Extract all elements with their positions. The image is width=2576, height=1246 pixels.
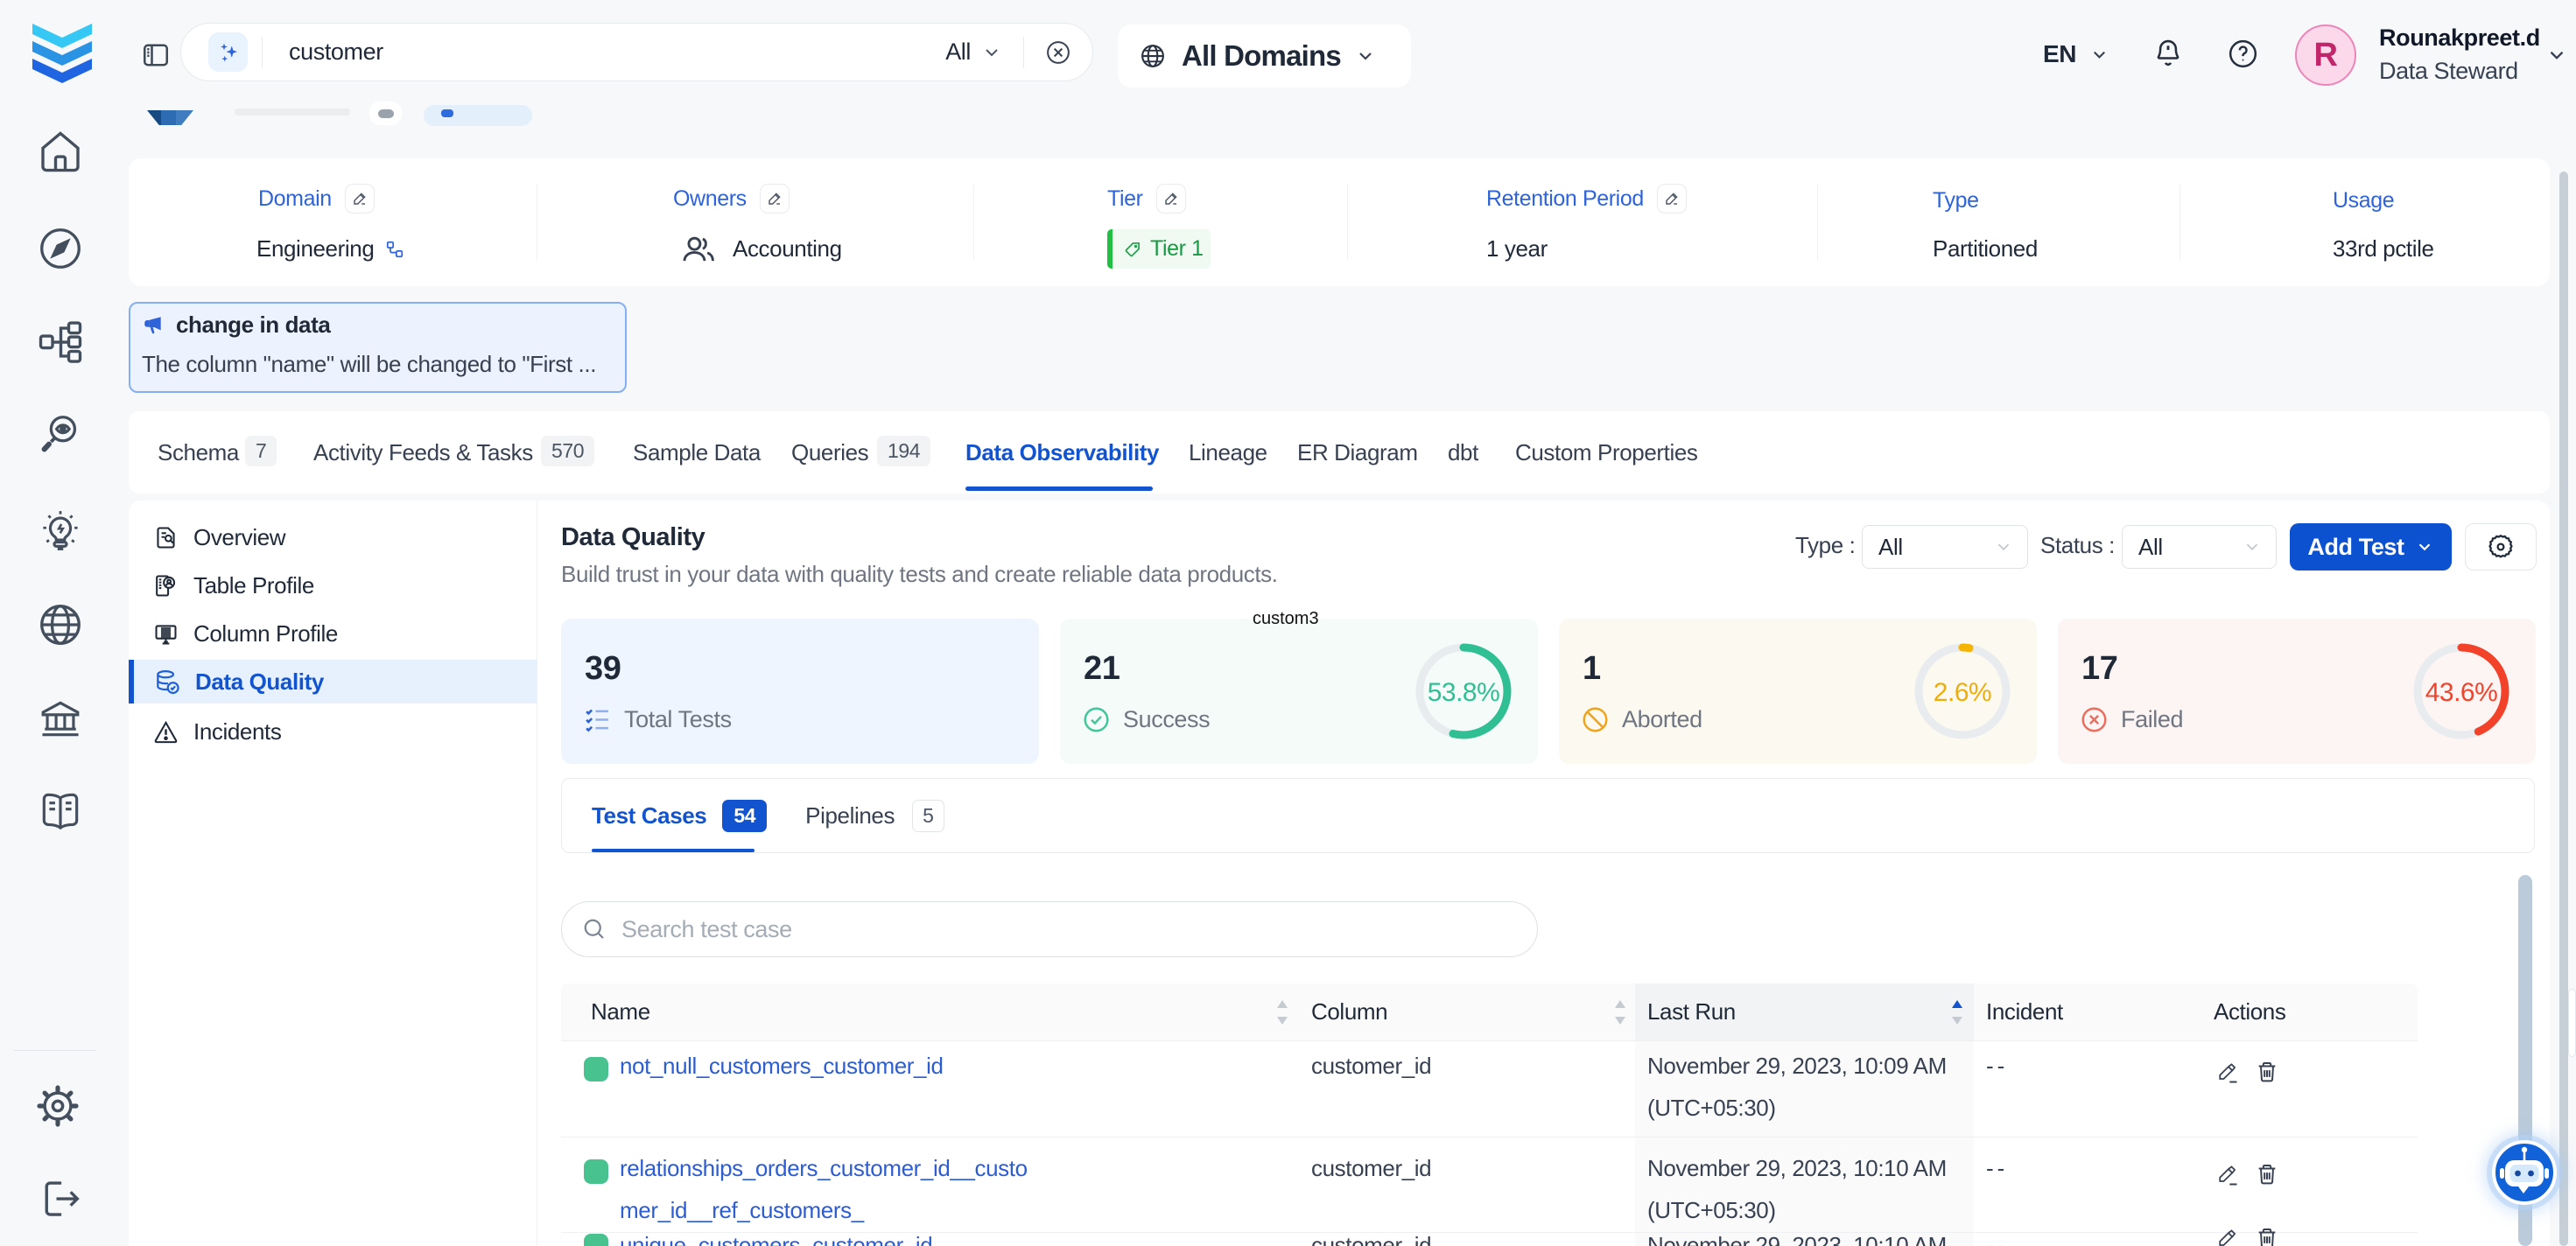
svg-text:53.8%: 53.8% bbox=[1428, 678, 1500, 707]
svg-text:43.6%: 43.6% bbox=[2425, 678, 2498, 707]
svg-text:2.6%: 2.6% bbox=[1934, 678, 1991, 707]
